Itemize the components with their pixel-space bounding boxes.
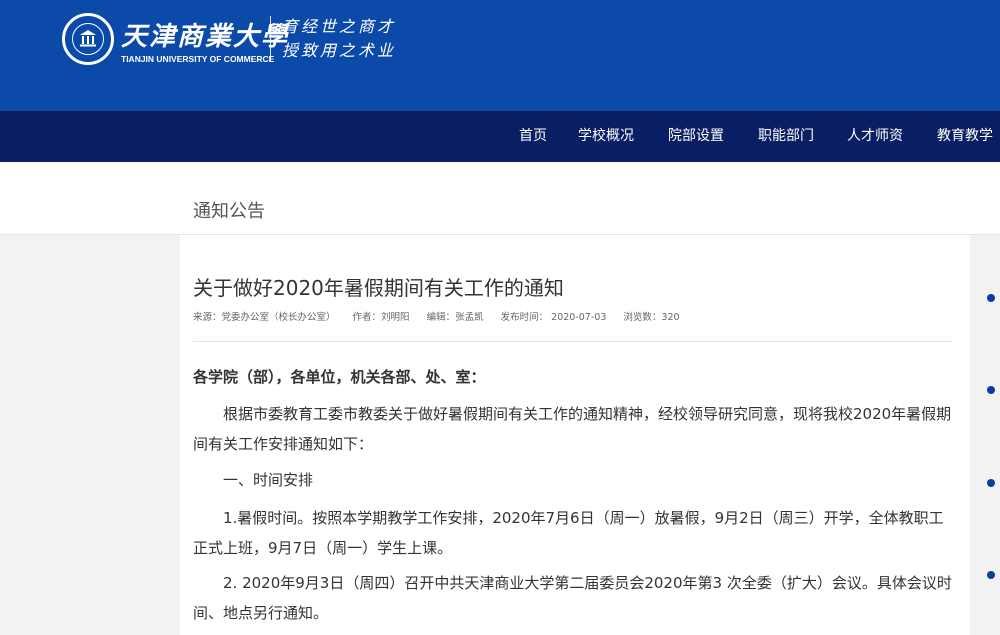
rail-dot-3[interactable] xyxy=(987,479,995,487)
main-nav: 首页 学校概况 院部设置 职能部门 人才师资 教育教学 xyxy=(0,111,1000,162)
nav-item-colleges[interactable]: 院部设置 xyxy=(668,111,724,162)
school-name-en: TIANJIN UNIVERSITY OF COMMERCE xyxy=(121,54,275,64)
article-title: 关于做好2020年暑假期间有关工作的通知 xyxy=(193,276,564,300)
nav-item-about[interactable]: 学校概况 xyxy=(578,111,634,162)
school-motto: 育经世之商才 授致用之术业 xyxy=(282,15,396,63)
rail-dot-4[interactable] xyxy=(987,571,995,579)
nav-item-home[interactable]: 首页 xyxy=(519,111,547,162)
school-name-cn[interactable]: 天津商業大學 xyxy=(121,16,289,53)
section-title-bar xyxy=(0,162,1000,235)
logo-divider xyxy=(270,16,271,62)
meta-source: 来源：党委办公室（校长办公室） xyxy=(193,312,336,323)
rail-dot-1[interactable] xyxy=(987,294,995,302)
salutation: 各学院（部），各单位，机关各部、处、室： xyxy=(193,368,486,386)
rail-dot-2[interactable] xyxy=(987,386,995,394)
paragraph-intro: 根据市委教育工委市教委关于做好暑假期间有关工作的通知精神，经校领导研究同意，现将… xyxy=(193,405,952,453)
university-seal-logo[interactable] xyxy=(62,13,114,65)
section-title: 通知公告 xyxy=(193,201,265,222)
motto-line-2: 授致用之术业 xyxy=(282,41,397,60)
nav-item-faculty[interactable]: 人才师资 xyxy=(847,111,903,162)
building-icon xyxy=(80,30,96,47)
paragraph-summer-time: 1.暑假时间。按照本学期教学工作安排，2020年7月6日（周一）放暑假，9月2日… xyxy=(193,509,944,557)
article-meta: 来源：党委办公室（校长办公室） 作者：刘明阳 编辑：张孟凯 发布时间： 2020… xyxy=(193,309,694,323)
site-header: 天津商業大學 TIANJIN UNIVERSITY OF COMMERCE 育经… xyxy=(0,0,1000,111)
nav-item-education[interactable]: 教育教学 xyxy=(937,111,993,162)
motto-line-1: 育经世之商才 xyxy=(282,17,397,36)
nav-item-departments[interactable]: 职能部门 xyxy=(758,111,814,162)
meta-views: 浏览数：320 xyxy=(623,312,680,323)
meta-published: 发布时间： 2020-07-03 xyxy=(500,312,607,323)
meta-divider xyxy=(193,341,953,342)
paragraph-meeting: 2. 2020年9月3日（周四）召开中共天津商业大学第二届委员会2020年第3 … xyxy=(193,574,952,622)
paragraph-heading-time: 一、时间安排 xyxy=(223,471,314,489)
meta-author: 作者：刘明阳 xyxy=(352,312,410,323)
meta-editor: 编辑：张孟凯 xyxy=(426,312,484,323)
